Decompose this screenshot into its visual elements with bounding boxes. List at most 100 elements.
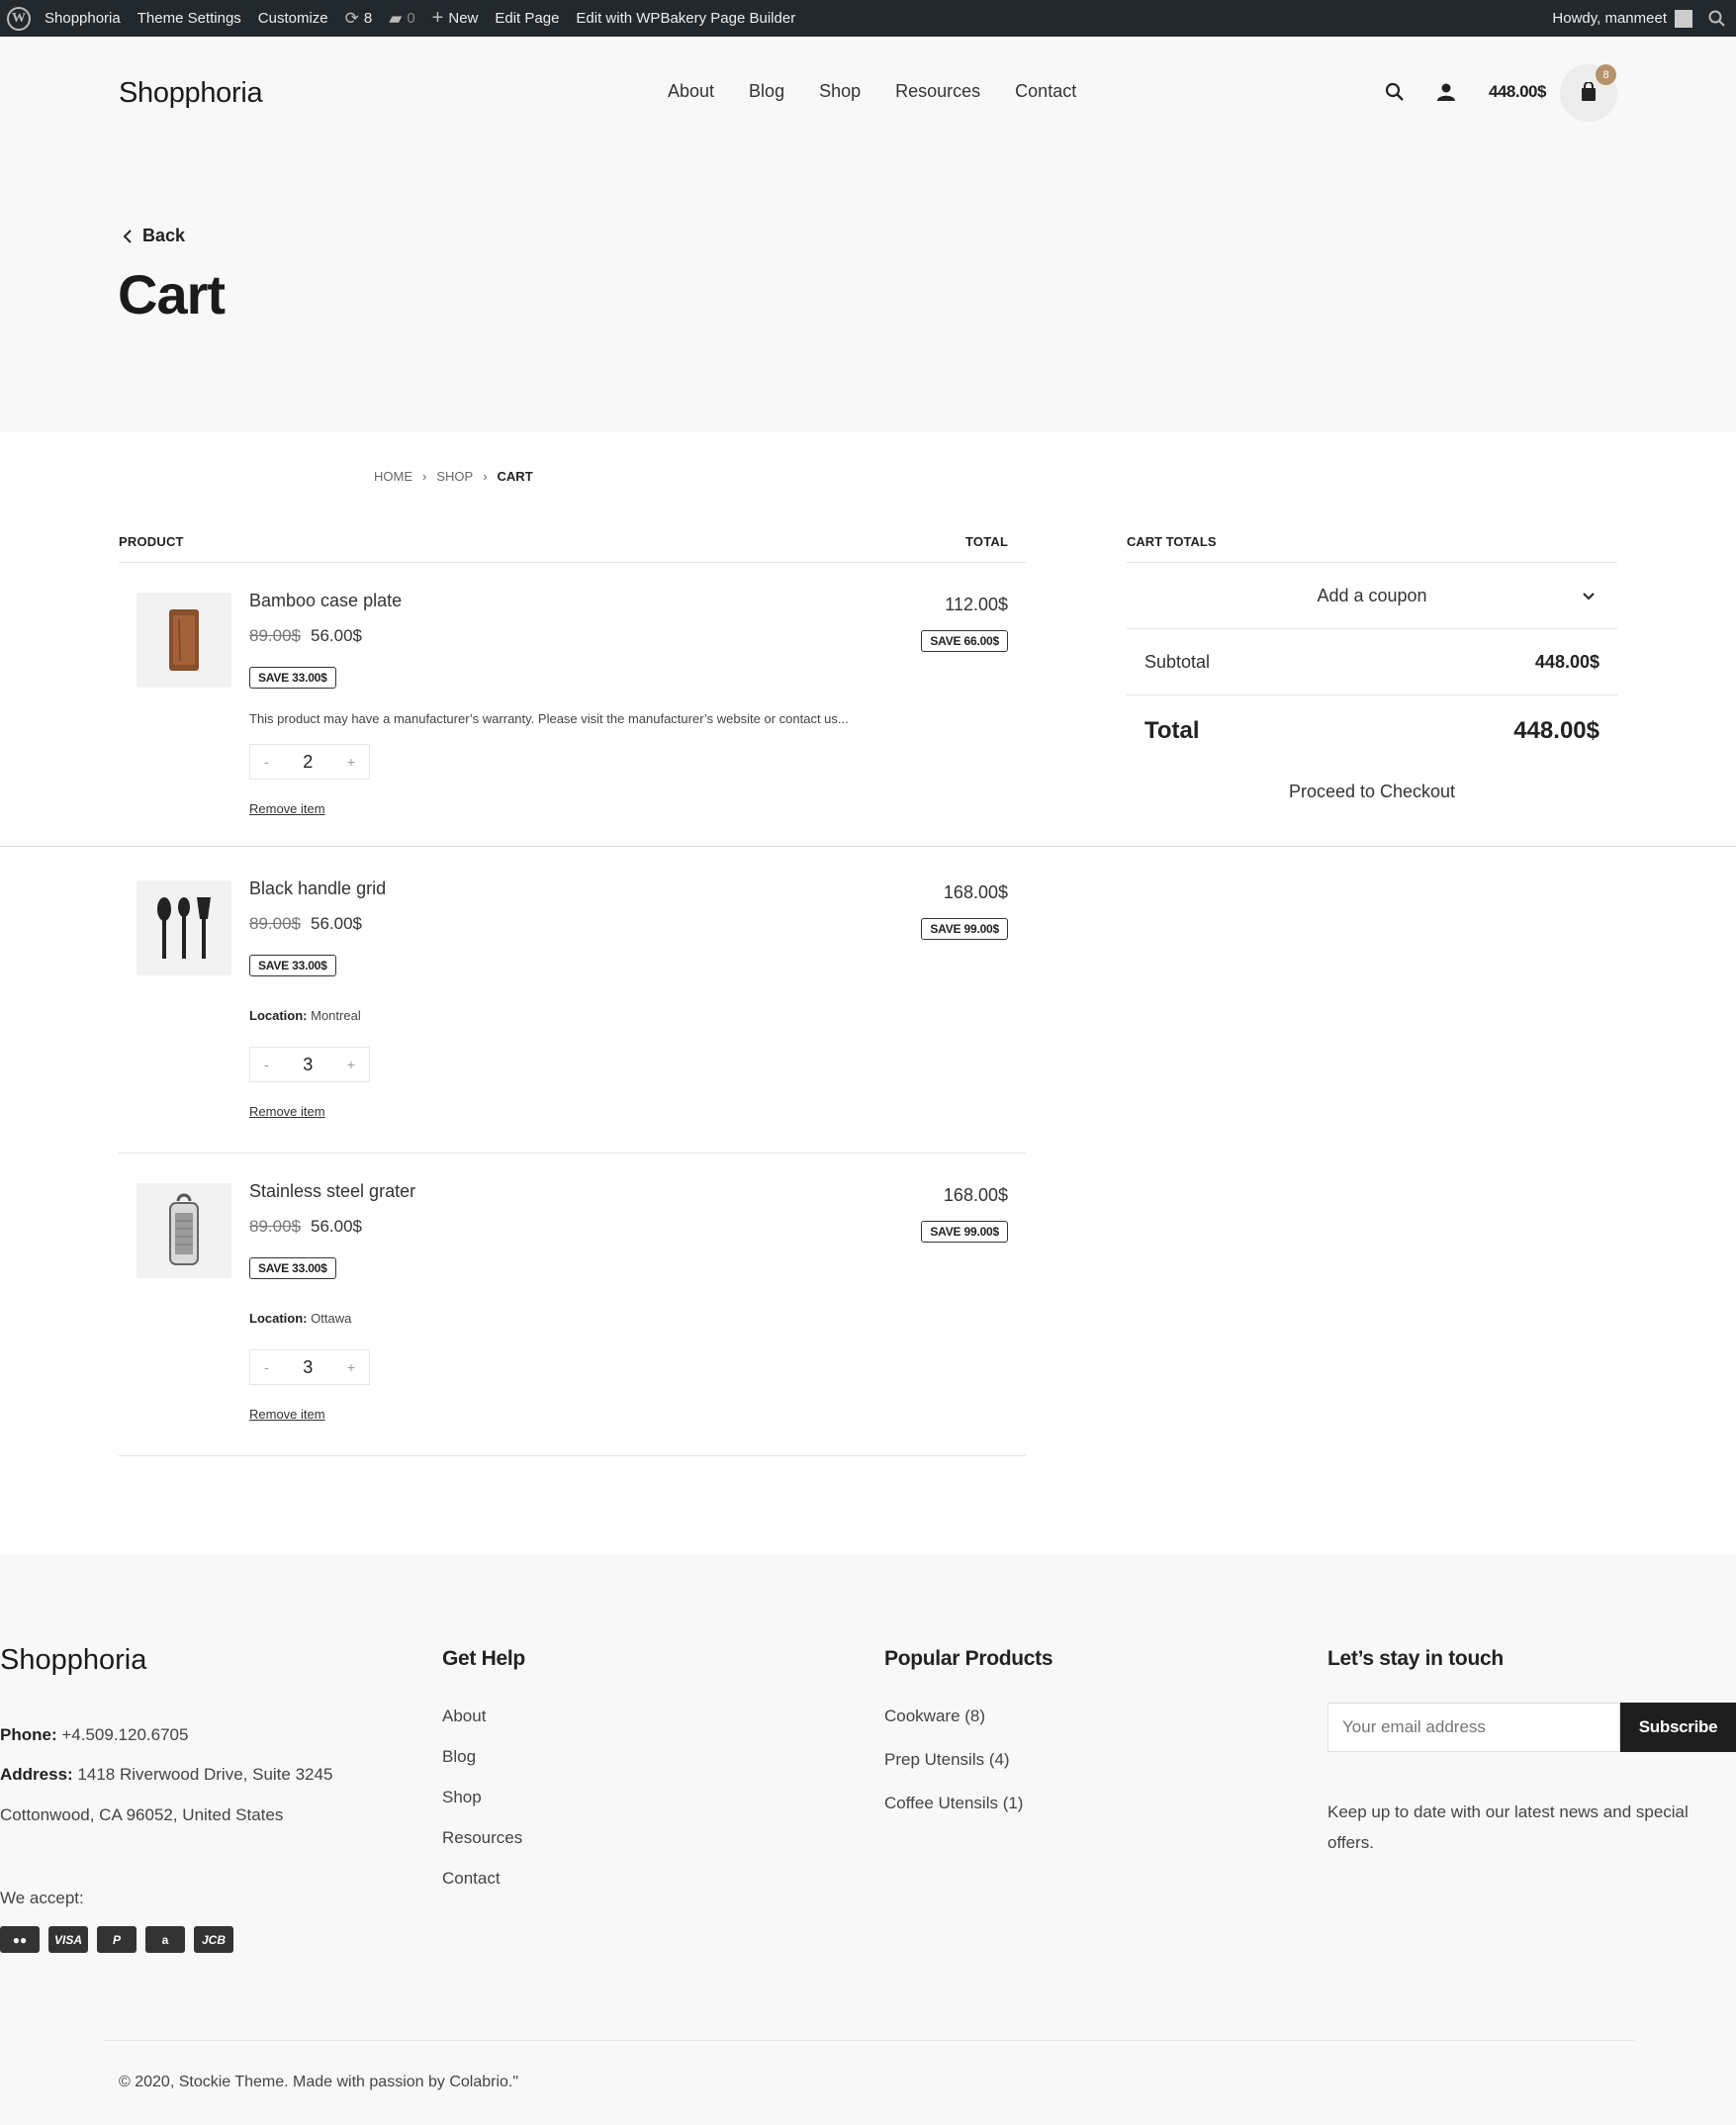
line-savings-badge: SAVE 99.00$ xyxy=(921,1221,1008,1243)
plus-icon: + xyxy=(431,7,444,29)
nav-shop[interactable]: Shop xyxy=(819,81,861,102)
decrease-button[interactable]: - xyxy=(264,754,269,770)
footer-phone: Phone: +4.509.120.6705 xyxy=(0,1725,188,1745)
add-coupon-toggle[interactable]: Add a coupon xyxy=(1127,562,1617,629)
original-price: 89.00$ xyxy=(249,626,301,645)
remove-item-link[interactable]: Remove item xyxy=(249,801,325,816)
column-header-total: TOTAL xyxy=(965,534,1009,549)
admin-comments[interactable]: ▰ 0 xyxy=(389,9,414,29)
admin-new[interactable]: + New xyxy=(432,7,479,30)
location-value: Montreal xyxy=(311,1008,361,1023)
quantity-stepper: - 2 + xyxy=(249,744,370,780)
subtotal-label: Subtotal xyxy=(1144,651,1211,672)
footer-logo[interactable]: Shopphoria xyxy=(0,1644,146,1677)
payment-methods: ●● VISA P a JCB xyxy=(0,1926,233,1953)
avatar[interactable] xyxy=(1675,9,1692,28)
quantity-stepper: - 3 + xyxy=(249,1047,370,1082)
updates-count: 8 xyxy=(363,10,373,27)
paypal-icon: P xyxy=(97,1926,137,1953)
subtotal-value: 448.00$ xyxy=(1534,651,1599,672)
remove-item-link[interactable]: Remove item xyxy=(249,1407,325,1422)
wordpress-logo-icon[interactable]: W xyxy=(7,6,31,31)
phone-value[interactable]: +4.509.120.6705 xyxy=(61,1725,188,1744)
product-thumbnail[interactable] xyxy=(137,593,231,688)
mastercard-icon: ●● xyxy=(0,1926,40,1953)
address-label: Address: xyxy=(0,1765,73,1784)
quantity-stepper: - 3 + xyxy=(249,1349,370,1385)
quantity-value[interactable]: 2 xyxy=(303,752,313,773)
nav-blog[interactable]: Blog xyxy=(749,81,784,102)
product-name[interactable]: Bamboo case plate xyxy=(249,591,402,611)
subscribe-button[interactable]: Subscribe xyxy=(1620,1703,1736,1752)
cart-count-badge: 8 xyxy=(1596,64,1616,85)
product-location: Location: Montreal xyxy=(249,1008,361,1023)
back-link[interactable]: Back xyxy=(123,226,185,246)
popular-link-prep-utensils[interactable]: Prep Utensils (4) xyxy=(884,1750,1010,1770)
location-value: Ottawa xyxy=(311,1311,352,1326)
divider xyxy=(0,846,1736,847)
email-field[interactable] xyxy=(1327,1703,1620,1752)
quantity-value[interactable]: 3 xyxy=(303,1055,313,1075)
admin-edit-page[interactable]: Edit Page xyxy=(495,10,559,27)
product-note: This product may have a manufacturer’s w… xyxy=(249,711,849,726)
footer-link-resources[interactable]: Resources xyxy=(442,1828,522,1848)
product-name[interactable]: Stainless steel grater xyxy=(249,1181,415,1202)
product-thumbnail[interactable] xyxy=(137,880,231,975)
unit-savings-badge: SAVE 33.00$ xyxy=(249,667,336,689)
product-thumbnail[interactable] xyxy=(137,1183,231,1278)
popular-link-coffee-utensils[interactable]: Coffee Utensils (1) xyxy=(884,1794,1023,1813)
nav-contact[interactable]: Contact xyxy=(1015,81,1076,102)
unit-savings-badge: SAVE 33.00$ xyxy=(249,1257,336,1279)
jcb-icon: JCB xyxy=(194,1926,233,1953)
footer-link-blog[interactable]: Blog xyxy=(442,1747,476,1767)
admin-howdy[interactable]: Howdy, manmeet xyxy=(1552,10,1667,27)
admin-new-label: New xyxy=(448,10,479,27)
product-price: 89.00$ 56.00$ xyxy=(249,1217,362,1237)
footer-link-shop[interactable]: Shop xyxy=(442,1788,482,1807)
search-icon[interactable] xyxy=(1385,82,1405,102)
nav-about[interactable]: About xyxy=(668,81,714,102)
chevron-left-icon xyxy=(123,229,132,243)
increase-button[interactable]: + xyxy=(347,1359,355,1375)
admin-wpbakery[interactable]: Edit with WPBakery Page Builder xyxy=(576,10,795,27)
column-header-product: PRODUCT xyxy=(119,534,184,549)
increase-button[interactable]: + xyxy=(347,754,355,770)
remove-item-link[interactable]: Remove item xyxy=(249,1104,325,1119)
total-value: 448.00$ xyxy=(1513,717,1599,744)
breadcrumb-shop[interactable]: SHOP xyxy=(436,469,473,484)
subtotal-row: Subtotal 448.00$ xyxy=(1127,629,1617,695)
admin-site-link[interactable]: Shopphoria xyxy=(45,10,121,27)
chevron-right-icon: › xyxy=(422,469,427,484)
breadcrumb-current: CART xyxy=(497,469,533,484)
search-icon[interactable] xyxy=(1708,10,1726,28)
back-label: Back xyxy=(142,226,186,245)
admin-customize[interactable]: Customize xyxy=(258,10,328,27)
popular-link-cookware[interactable]: Cookware (8) xyxy=(884,1707,985,1726)
grater-icon xyxy=(169,1193,199,1265)
divider xyxy=(103,2040,1634,2041)
product-price: 89.00$ 56.00$ xyxy=(249,914,362,934)
sale-price: 56.00$ xyxy=(311,1217,362,1236)
breadcrumb: HOME › SHOP › CART xyxy=(374,469,533,484)
quantity-value[interactable]: 3 xyxy=(303,1357,313,1378)
proceed-to-checkout-button[interactable]: Proceed to Checkout xyxy=(1127,782,1617,802)
decrease-button[interactable]: - xyxy=(264,1057,269,1072)
breadcrumb-home[interactable]: HOME xyxy=(374,469,412,484)
product-location: Location: Ottawa xyxy=(249,1311,351,1326)
header-cart-total[interactable]: 448.00$ xyxy=(1489,82,1546,102)
product-name[interactable]: Black handle grid xyxy=(249,878,386,899)
admin-updates[interactable]: ⟳ 8 xyxy=(345,9,373,29)
location-label: Location: xyxy=(249,1008,308,1023)
footer-link-about[interactable]: About xyxy=(442,1707,486,1726)
site-header: Shopphoria About Blog Shop Resources Con… xyxy=(0,37,1736,432)
decrease-button[interactable]: - xyxy=(264,1359,269,1375)
user-icon[interactable] xyxy=(1436,82,1456,102)
cart-item: Bamboo case plate 89.00$ 56.00$ SAVE 33.… xyxy=(119,571,1026,858)
admin-theme-settings[interactable]: Theme Settings xyxy=(137,10,241,27)
nav-resources[interactable]: Resources xyxy=(895,81,980,102)
site-logo[interactable]: Shopphoria xyxy=(119,77,263,110)
admin-bar: W Shopphoria Theme Settings Customize ⟳ … xyxy=(0,0,1736,37)
comments-count: 0 xyxy=(407,10,415,27)
increase-button[interactable]: + xyxy=(347,1057,355,1072)
footer-link-contact[interactable]: Contact xyxy=(442,1869,501,1889)
